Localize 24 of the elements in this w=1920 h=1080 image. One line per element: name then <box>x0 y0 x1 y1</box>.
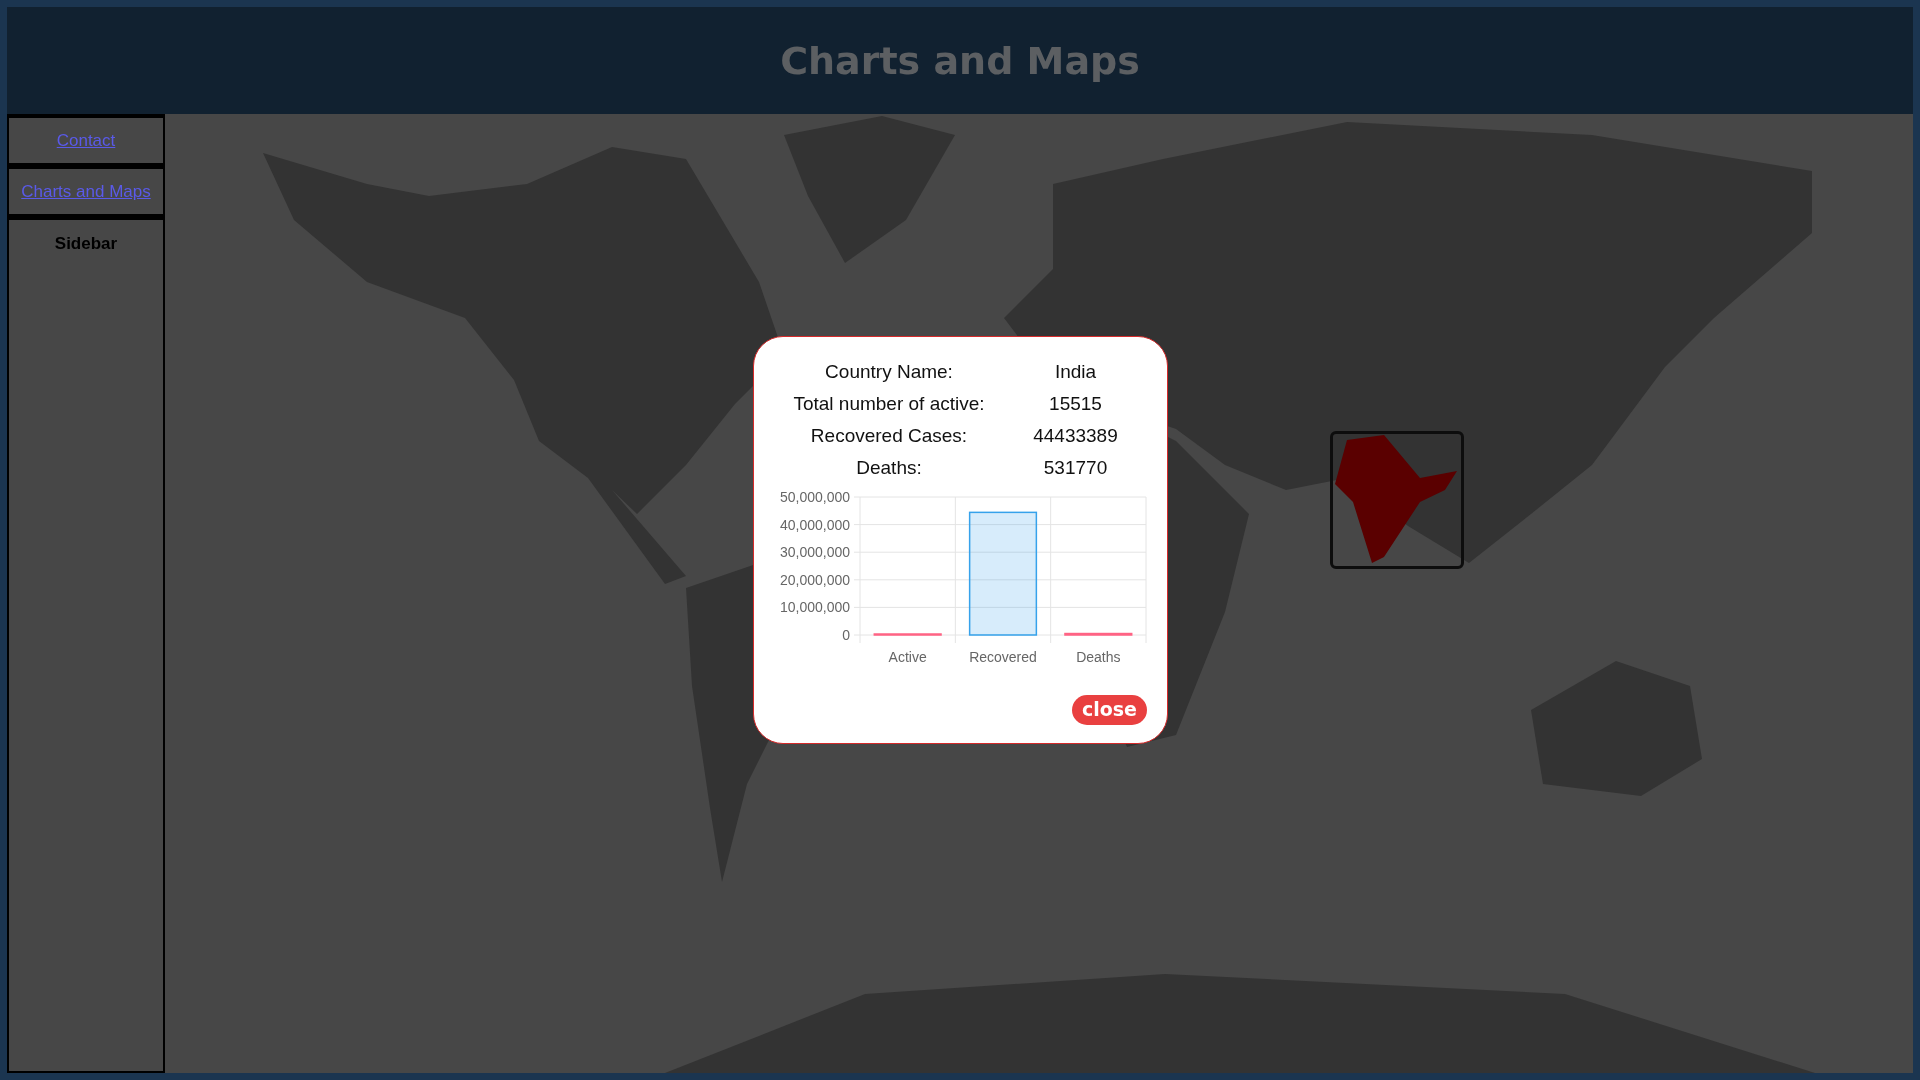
axis-tick-label: 30,000,000 <box>779 544 850 561</box>
bar <box>1064 632 1133 636</box>
field-label: Deaths: <box>855 457 923 479</box>
field-value: 531770 <box>1042 457 1109 479</box>
bar <box>873 633 942 636</box>
field-value: India <box>1053 361 1098 383</box>
axis-tick-label: 40,000,000 <box>779 516 850 533</box>
axis-tick-label: 0 <box>842 627 850 643</box>
page-title: Charts and Maps <box>780 38 1140 83</box>
highlighted-country[interactable] <box>1335 435 1457 563</box>
axis-tick-label: 50,000,000 <box>779 489 850 505</box>
field-value: 15515 <box>1048 393 1103 415</box>
axis-tick-label: 10,000,000 <box>779 599 850 616</box>
sidebar-heading: Sidebar <box>54 234 118 254</box>
field-label: Recovered Cases: <box>809 425 969 447</box>
field-label: Country Name: <box>824 361 954 383</box>
axis-category-label: Deaths <box>1076 649 1121 665</box>
axis-category-label: Recovered <box>969 649 1037 665</box>
axis-tick-label: 20,000,000 <box>779 571 850 588</box>
sidebar-link[interactable]: Contact <box>56 130 116 151</box>
close-button[interactable]: close <box>1071 695 1147 725</box>
field-label: Total number of active: <box>792 393 986 415</box>
axis-category-label: Active <box>888 649 927 665</box>
field-value: 44433389 <box>1032 425 1119 447</box>
